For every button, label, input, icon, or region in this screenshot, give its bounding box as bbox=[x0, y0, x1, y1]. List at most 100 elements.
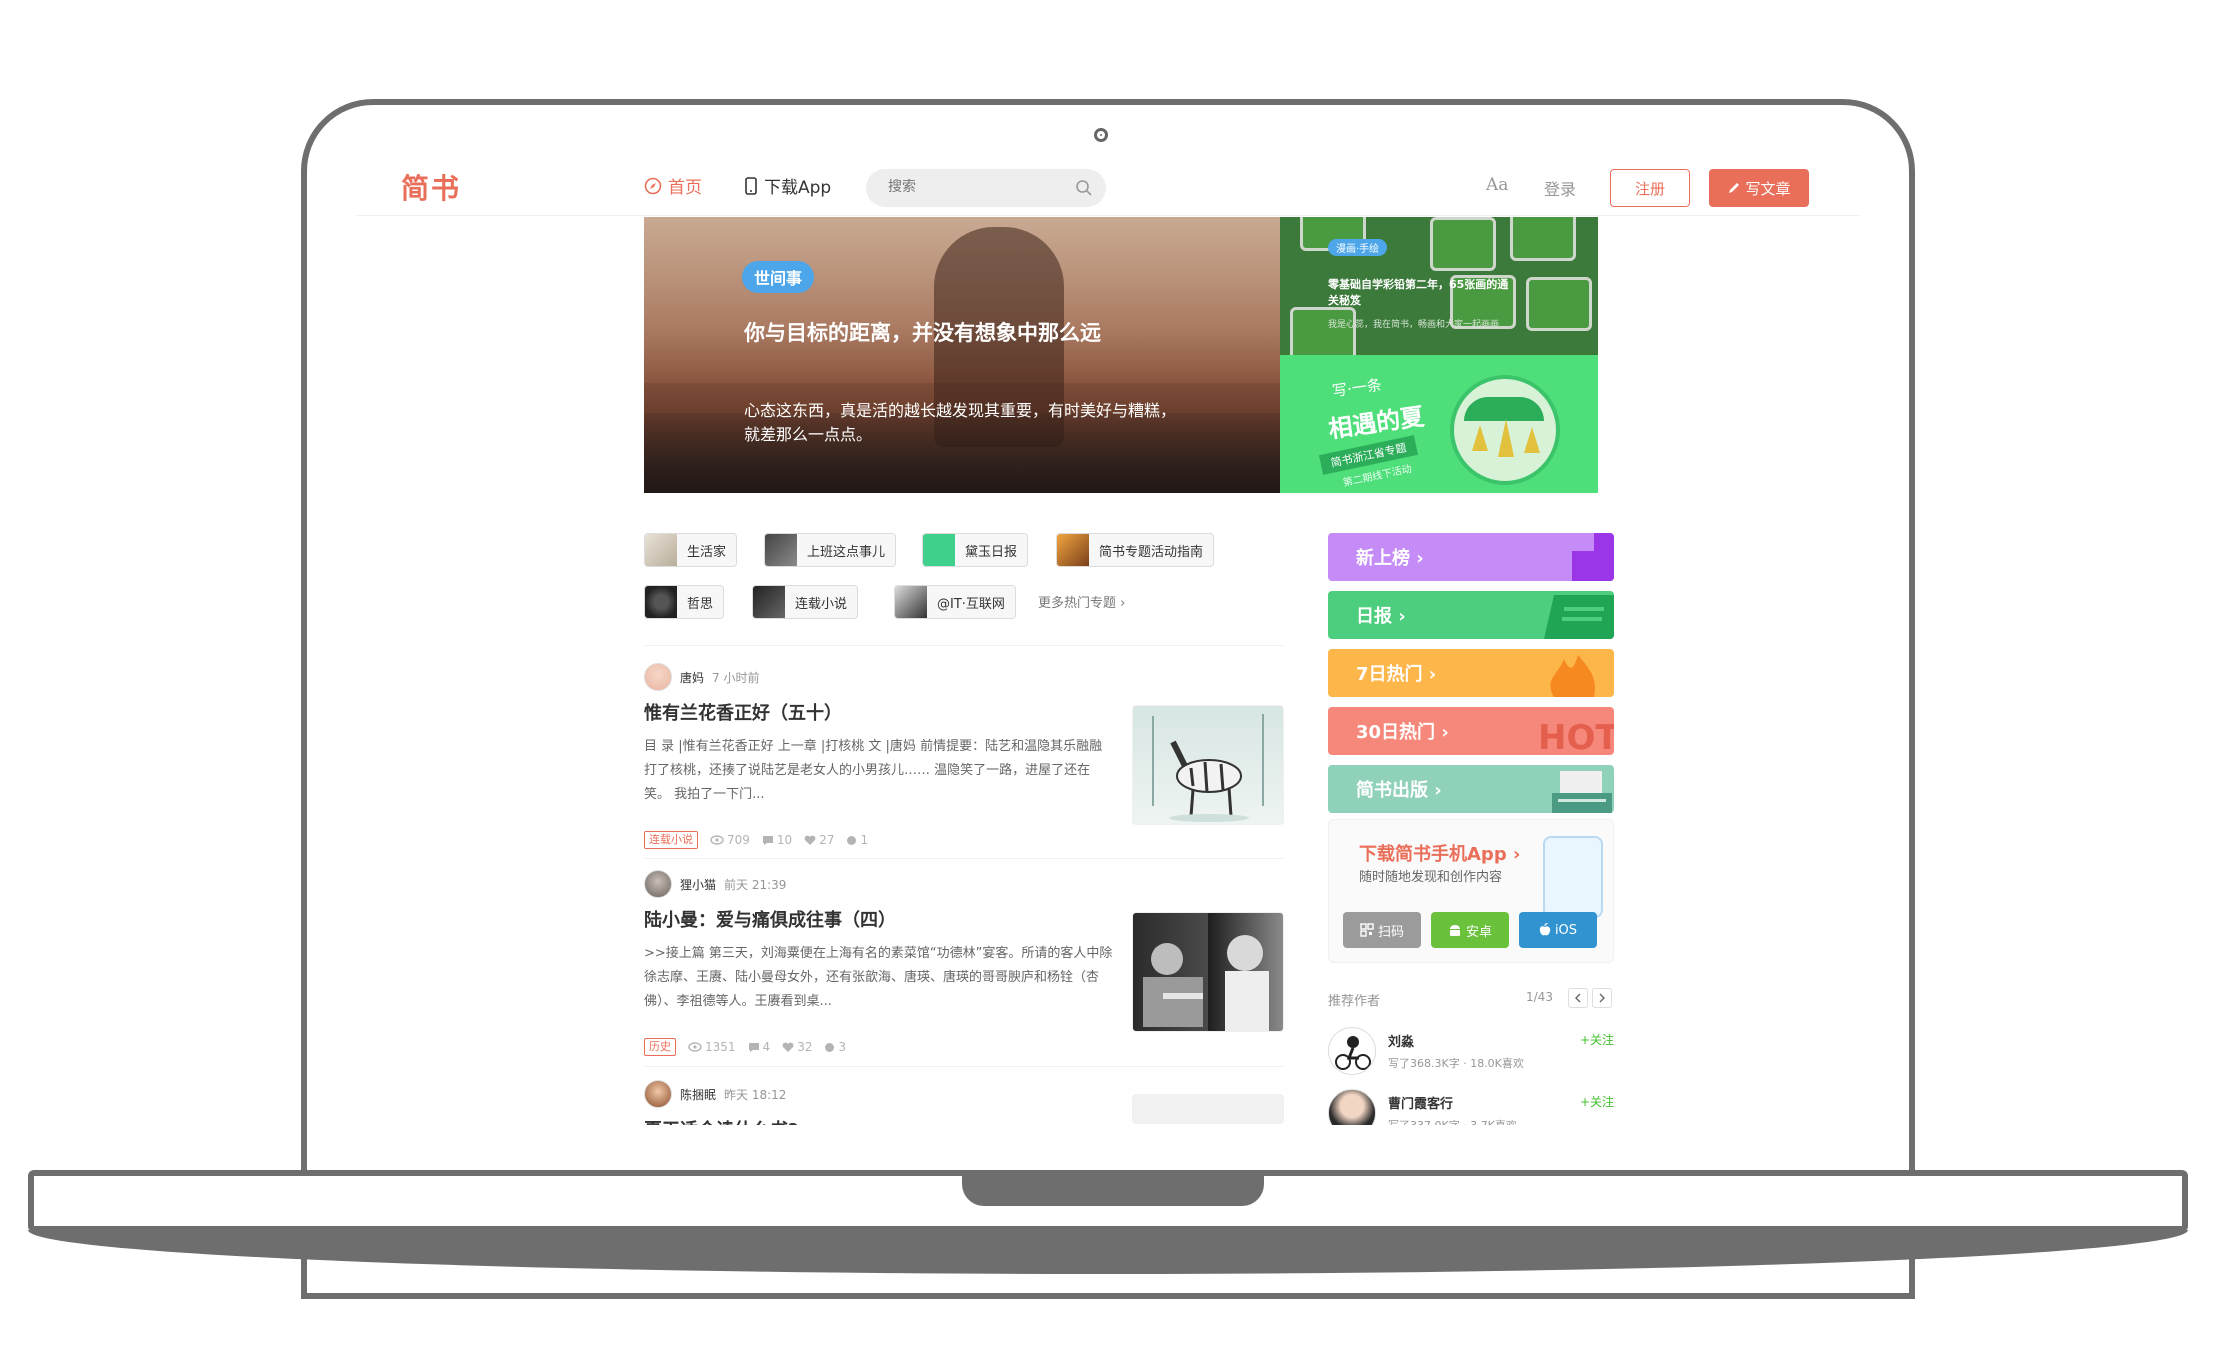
article-item[interactable]: 陈捆眠 昨天 18:12 夏天适合读什么书? bbox=[644, 1080, 1284, 1125]
board-7day-hot[interactable]: 7日热门 › bbox=[1328, 649, 1614, 697]
article-author[interactable]: 陈捆眠 bbox=[680, 1086, 716, 1103]
article-author-row: 狸小猫 前天 21:39 bbox=[644, 870, 786, 898]
topic-thumb bbox=[895, 586, 927, 618]
article-title[interactable]: 陆小曼：爱与痛俱成往事（四） bbox=[644, 906, 896, 932]
topic-label: 黛玉日报 bbox=[965, 544, 1018, 560]
avatar[interactable] bbox=[644, 870, 672, 898]
search-icon[interactable] bbox=[1074, 178, 1094, 198]
board-publish[interactable]: 简书出版 › bbox=[1328, 765, 1614, 813]
author-name[interactable]: 刘淼 bbox=[1388, 1031, 1414, 1050]
board-30day-hot[interactable]: 30日热门 › HOT bbox=[1328, 707, 1614, 755]
article-collection-tag[interactable]: 历史 bbox=[644, 1038, 676, 1056]
article-time: 昨天 18:12 bbox=[724, 1087, 787, 1102]
nav-home[interactable]: 首页 bbox=[644, 173, 702, 198]
board-new[interactable]: 新上榜 › bbox=[1328, 533, 1614, 581]
article-thumbnail[interactable] bbox=[1132, 1094, 1284, 1124]
board-label: 30日热门 › bbox=[1356, 722, 1449, 743]
hot-icon: HOT bbox=[1538, 718, 1614, 755]
views-value: 1351 bbox=[705, 1040, 736, 1054]
topic-chip[interactable]: 生活家 bbox=[644, 533, 738, 567]
article-collection-tag[interactable]: 连载小说 bbox=[644, 831, 698, 849]
camera-icon bbox=[1094, 128, 1108, 142]
article-author[interactable]: 唐妈 bbox=[680, 669, 704, 686]
views-count: 709 bbox=[710, 833, 750, 847]
avatar[interactable] bbox=[1328, 1027, 1376, 1075]
article-time: 前天 21:39 bbox=[724, 877, 787, 892]
author-name[interactable]: 曹门霞客行 bbox=[1388, 1093, 1453, 1112]
field-art bbox=[1430, 217, 1496, 271]
prev-page-button[interactable] bbox=[1568, 988, 1588, 1008]
article-author-row: 陈捆眠 昨天 18:12 bbox=[644, 1080, 786, 1108]
board-daily[interactable]: 日报 › bbox=[1328, 591, 1614, 639]
article-author[interactable]: 狸小猫 bbox=[680, 876, 716, 893]
fire-icon bbox=[1550, 655, 1596, 697]
android-download-button[interactable]: 安卓 bbox=[1431, 912, 1509, 948]
qr-code-button[interactable]: 扫码 bbox=[1343, 912, 1421, 948]
app-download-title[interactable]: 下载简书手机App › bbox=[1359, 840, 1520, 866]
article-thumbnail[interactable] bbox=[1132, 912, 1284, 1032]
comments-value: 4 bbox=[762, 1040, 771, 1054]
phone-icon bbox=[745, 176, 757, 195]
banner-top-right[interactable]: 漫画·手绘 零基础自学彩铅第二年，65张画的通关秘笈 我是心蕊，我在简书，畅画和… bbox=[1280, 217, 1598, 355]
eye-icon bbox=[710, 835, 724, 845]
write-article-button[interactable]: 写文章 bbox=[1709, 169, 1809, 207]
topic-chip[interactable]: @IT·互联网 bbox=[894, 585, 1016, 619]
field-art bbox=[1290, 307, 1356, 355]
topic-thumb bbox=[1057, 534, 1089, 566]
banner-main[interactable]: 世间事 你与目标的距离，并没有想象中那么远 心态这东西，真是活的越长越发现其重要… bbox=[644, 217, 1280, 493]
topic-chip[interactable]: 连载小说 bbox=[752, 585, 859, 619]
banner-tag[interactable]: 世间事 bbox=[742, 261, 815, 293]
article-title[interactable]: 夏天适合读什么书? bbox=[644, 1116, 798, 1125]
banner-top-right-tag: 漫画·手绘 bbox=[1328, 239, 1388, 256]
recommended-author[interactable]: 刘淼 写了368.3K字 · 18.0K喜欢 +关注 bbox=[1328, 1027, 1614, 1081]
signup-button[interactable]: 注册 bbox=[1610, 169, 1690, 207]
heart-icon bbox=[804, 835, 816, 845]
follow-button[interactable]: +关注 bbox=[1580, 1031, 1614, 1048]
topic-chip[interactable]: 简书专题活动指南 bbox=[1056, 533, 1215, 567]
article-item[interactable]: 唐妈 7 小时前 惟有兰花香正好（五十） 目 录 |惟有兰花香正好 上一章 |打… bbox=[644, 663, 1284, 853]
article-item[interactable]: 狸小猫 前天 21:39 陆小曼：爱与痛俱成往事（四） >>接上篇 第三天，刘海… bbox=[644, 870, 1284, 1060]
avatar[interactable] bbox=[1328, 1089, 1376, 1125]
article-title[interactable]: 惟有兰花香正好（五十） bbox=[644, 699, 842, 725]
topic-chip[interactable]: 黛玉日报 bbox=[922, 533, 1029, 567]
topic-thumb bbox=[753, 586, 785, 618]
likes-value: 32 bbox=[797, 1040, 813, 1054]
app-download-card[interactable]: 下载简书手机App › 随时随地发现和创作内容 扫码 安卓 iOS bbox=[1328, 819, 1614, 963]
follow-button[interactable]: +关注 bbox=[1580, 1093, 1614, 1110]
avatar[interactable] bbox=[644, 663, 672, 691]
article-excerpt: 目 录 |惟有兰花香正好 上一章 |打核桃 文 |唐妈 前情提要：陆艺和温隐其乐… bbox=[644, 739, 1103, 802]
avatar[interactable] bbox=[644, 1080, 672, 1108]
nav-download-app[interactable]: 下载App bbox=[744, 173, 831, 198]
comment-icon bbox=[748, 1042, 759, 1052]
write-article-label: 写文章 bbox=[1745, 179, 1791, 198]
banner-bottom-right[interactable]: 写·一条 相遇的夏 简书浙江省专题 第二期线下活动 bbox=[1280, 355, 1598, 493]
banner-title: 你与目标的距离，并没有想象中那么远 bbox=[744, 321, 1101, 345]
recommended-author[interactable]: 曹门霞客行 写了337.0K字 · 3.7K喜欢 +关注 bbox=[1328, 1089, 1614, 1125]
recommended-authors-page: 1/43 bbox=[1526, 990, 1553, 1004]
more-topics-link[interactable]: 更多热门专题 › bbox=[1038, 592, 1125, 611]
divider bbox=[644, 645, 1284, 646]
search-input[interactable] bbox=[886, 178, 1070, 196]
article-meta: 连载小说 709 10 27 1 bbox=[644, 831, 868, 849]
views-count: 1351 bbox=[688, 1040, 736, 1054]
qr-code-icon bbox=[1360, 923, 1374, 937]
topic-chip[interactable]: 哲思 bbox=[644, 585, 725, 619]
eye-icon bbox=[688, 1042, 702, 1052]
login-link[interactable]: 登录 bbox=[1544, 176, 1576, 200]
banner-bottom-right-script: 写·一条 bbox=[1331, 375, 1383, 401]
article-thumbnail[interactable] bbox=[1132, 705, 1284, 825]
article-time: 7 小时前 bbox=[712, 670, 760, 685]
portrait-photo bbox=[1143, 935, 1269, 1031]
logo[interactable]: 简书 bbox=[401, 167, 461, 207]
next-page-button[interactable] bbox=[1592, 988, 1612, 1008]
topic-chip[interactable]: 上班这点事儿 bbox=[764, 533, 897, 567]
comments-count[interactable]: 4 bbox=[748, 1040, 771, 1054]
font-size-toggle[interactable]: Aa bbox=[1486, 175, 1508, 195]
search-box[interactable] bbox=[866, 169, 1106, 207]
ios-download-button[interactable]: iOS bbox=[1519, 912, 1597, 948]
likes-count: 32 bbox=[782, 1040, 812, 1054]
topic-thumb bbox=[645, 534, 677, 566]
laptop-notch bbox=[962, 1170, 1264, 1206]
pen-icon bbox=[1729, 183, 1740, 193]
comments-count[interactable]: 10 bbox=[762, 833, 792, 847]
